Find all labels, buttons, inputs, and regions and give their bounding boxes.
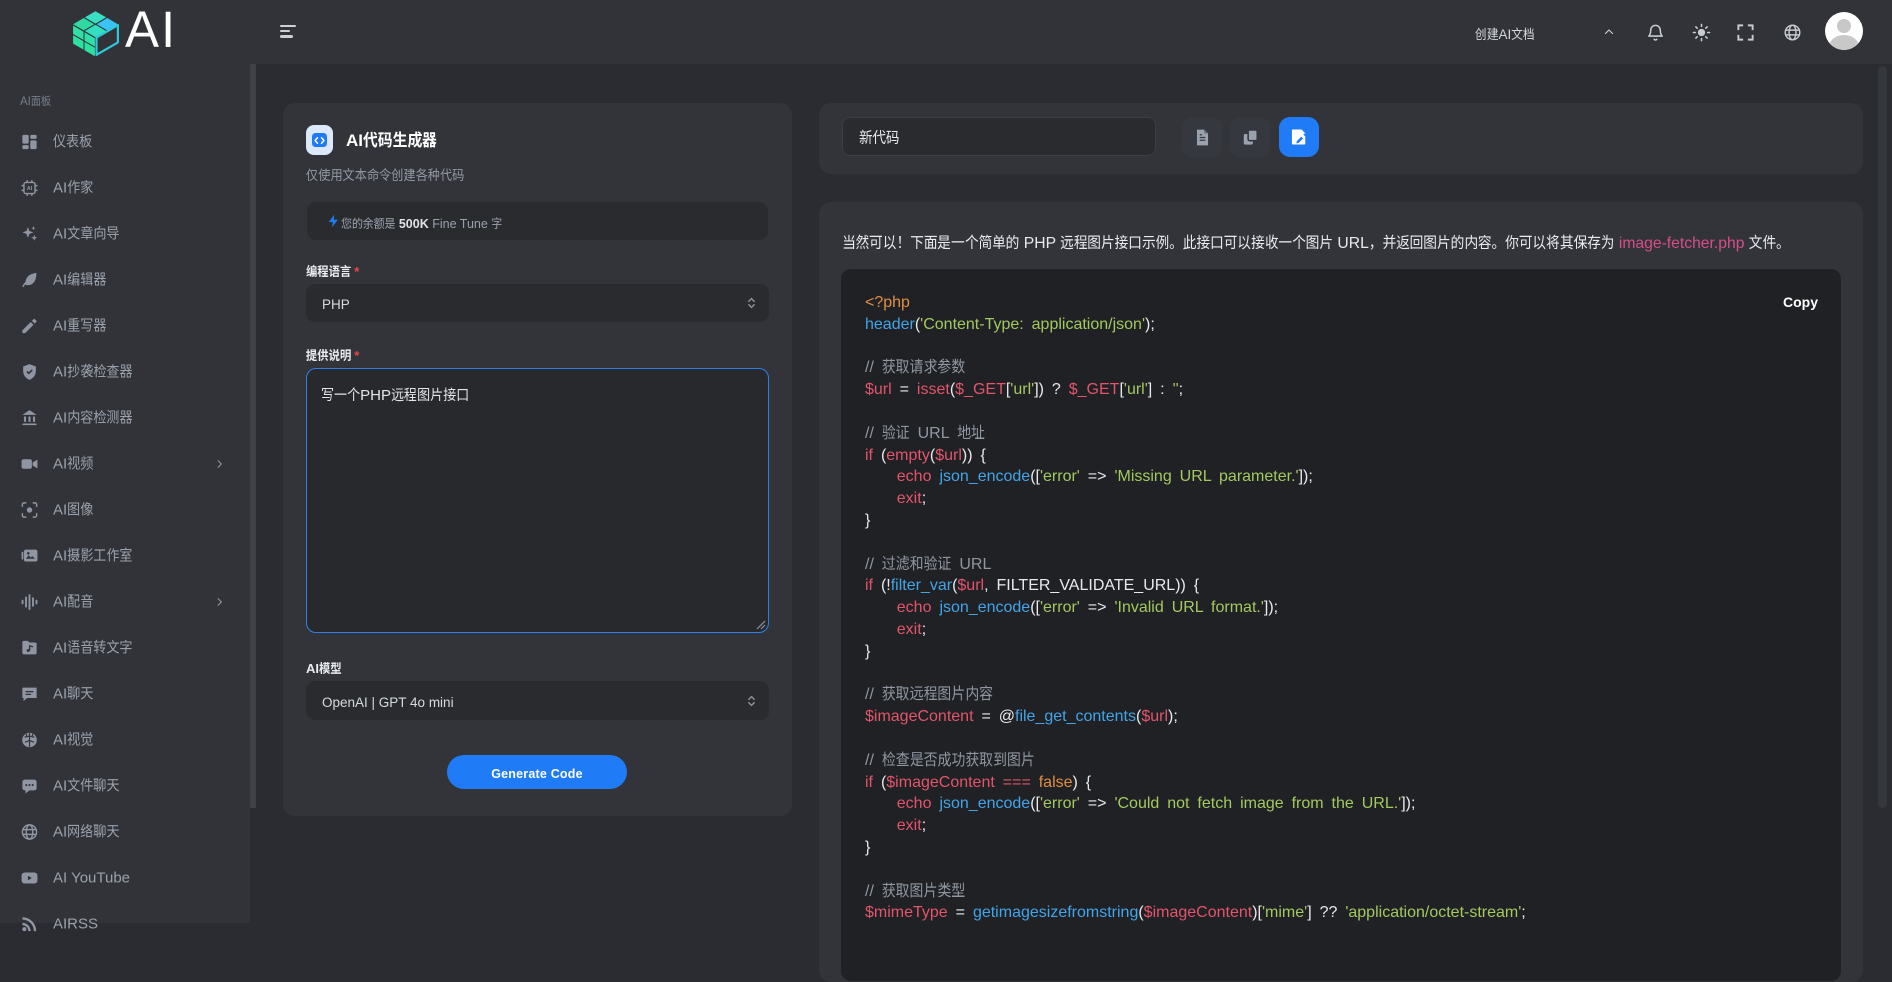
svg-text:AI: AI	[27, 186, 33, 192]
